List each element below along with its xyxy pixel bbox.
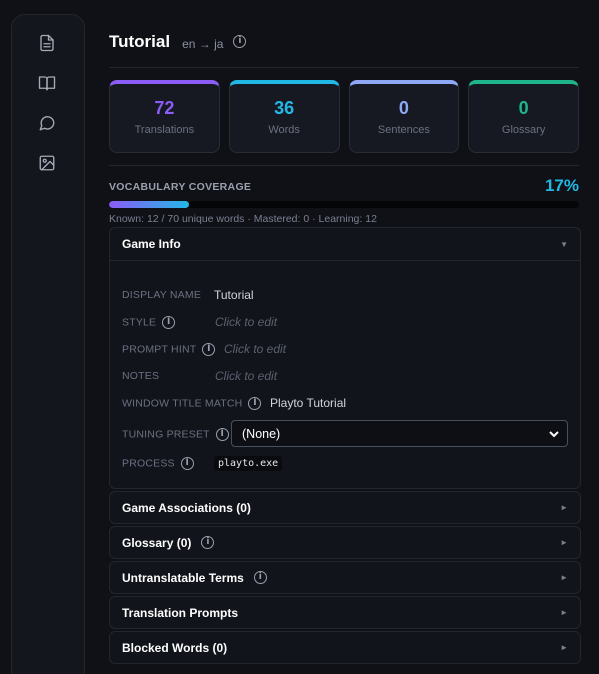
- window-title-value[interactable]: Playto Tutorial: [270, 396, 346, 410]
- section-title: Glossary (0): [122, 535, 192, 550]
- stat-label: Glossary: [501, 124, 546, 136]
- coverage-summary: Known: 12 / 70 unique words · Mastered: …: [109, 213, 377, 225]
- stat-card-words: 36 Words: [228, 80, 340, 153]
- info-icon[interactable]: i: [180, 456, 194, 470]
- game-info-panel: Game Info ▼ DISPLAY NAME Tutorial STYLE i…: [109, 227, 581, 489]
- section-translation-prompts[interactable]: Translation Prompts ►: [109, 596, 581, 629]
- coverage-progress-bar: [109, 201, 579, 208]
- coverage-label: VOCABULARY COVERAGE: [109, 181, 252, 193]
- page-header: Tutorial en → ja i: [109, 31, 247, 53]
- style-row: STYLE i Click to edit: [122, 313, 277, 331]
- section-title: Untranslatable Terms: [122, 570, 244, 585]
- caret-right-icon: ►: [560, 643, 568, 652]
- section-game-associations[interactable]: Game Associations (0) ►: [109, 491, 581, 524]
- section-title: Game Associations (0): [122, 500, 251, 515]
- prompt-hint-label: PROMPT HINT: [122, 342, 197, 355]
- style-label: STYLE: [122, 315, 157, 328]
- stat-label: Words: [268, 124, 300, 136]
- stat-value: 0: [398, 98, 409, 118]
- coverage-progress-fill: [109, 201, 189, 208]
- book-icon[interactable]: [38, 74, 58, 94]
- caret-right-icon: ►: [560, 538, 568, 547]
- info-icon[interactable]: i: [201, 536, 215, 549]
- chevron-down-icon: [549, 430, 559, 437]
- display-name-value[interactable]: Tutorial: [214, 288, 254, 302]
- caret-right-icon: ►: [560, 503, 568, 512]
- info-icon[interactable]: i: [215, 427, 229, 441]
- section-blocked-words[interactable]: Blocked Words (0) ►: [109, 631, 581, 664]
- process-row: PROCESS i playto.exe: [122, 454, 283, 472]
- chat-icon[interactable]: [38, 114, 58, 134]
- stat-card-glossary: 0 Glossary: [468, 80, 579, 153]
- sidebar: [11, 14, 85, 674]
- style-value[interactable]: Click to edit: [215, 315, 277, 329]
- divider: [109, 165, 579, 166]
- caret-right-icon: ►: [560, 608, 568, 617]
- caret-right-icon: ►: [560, 573, 568, 582]
- window-title-row: WINDOW TITLE MATCH i Playto Tutorial: [122, 394, 346, 412]
- tuning-preset-label: TUNING PRESET: [122, 427, 210, 440]
- info-icon[interactable]: i: [253, 571, 267, 584]
- section-title: Translation Prompts: [122, 605, 239, 620]
- window-title-label: WINDOW TITLE MATCH: [122, 396, 243, 409]
- game-info-header[interactable]: Game Info ▼: [110, 228, 580, 261]
- info-icon[interactable]: i: [248, 396, 262, 410]
- page-title: Tutorial: [109, 32, 171, 51]
- tuning-preset-row: TUNING PRESET i: [122, 425, 229, 443]
- info-icon[interactable]: i: [202, 342, 216, 356]
- caret-down-icon: ▼: [560, 239, 568, 249]
- section-glossary[interactable]: Glossary (0) i ►: [109, 526, 581, 559]
- notes-row: NOTES Click to edit: [122, 367, 277, 385]
- stat-card-sentences: 0 Sentences: [348, 80, 460, 153]
- prompt-hint-value[interactable]: Click to edit: [224, 342, 286, 356]
- stat-card-translations: 72 Translations: [109, 80, 220, 153]
- language-pair: en → ja: [182, 36, 224, 51]
- document-icon[interactable]: [38, 34, 58, 54]
- stat-value: 0: [518, 98, 529, 118]
- image-icon[interactable]: [38, 154, 58, 174]
- notes-label: NOTES: [122, 370, 160, 382]
- stat-label: Sentences: [377, 124, 430, 136]
- stat-value: 72: [154, 98, 175, 118]
- section-title: Blocked Words (0): [122, 640, 228, 655]
- stat-value: 36: [274, 98, 295, 118]
- info-icon[interactable]: i: [162, 315, 176, 329]
- process-label: PROCESS: [122, 456, 175, 469]
- divider: [109, 67, 579, 68]
- process-value[interactable]: playto.exe: [214, 455, 283, 471]
- display-name-row: DISPLAY NAME Tutorial: [122, 286, 254, 304]
- info-icon[interactable]: i: [233, 34, 247, 48]
- display-name-label: DISPLAY NAME: [122, 289, 202, 301]
- notes-value[interactable]: Click to edit: [215, 369, 277, 383]
- prompt-hint-row: PROMPT HINT i Click to edit: [122, 340, 286, 358]
- stats-row: 72 Translations 36 Words 0 Sentences 0 G…: [109, 80, 579, 153]
- stat-label: Translations: [134, 124, 195, 136]
- tuning-preset-value: (None): [242, 426, 281, 441]
- tuning-preset-select[interactable]: (None): [231, 420, 568, 447]
- game-info-title: Game Info: [122, 237, 181, 251]
- coverage-percent: 17%: [544, 176, 579, 195]
- section-untranslatable-terms[interactable]: Untranslatable Terms i ►: [109, 561, 581, 594]
